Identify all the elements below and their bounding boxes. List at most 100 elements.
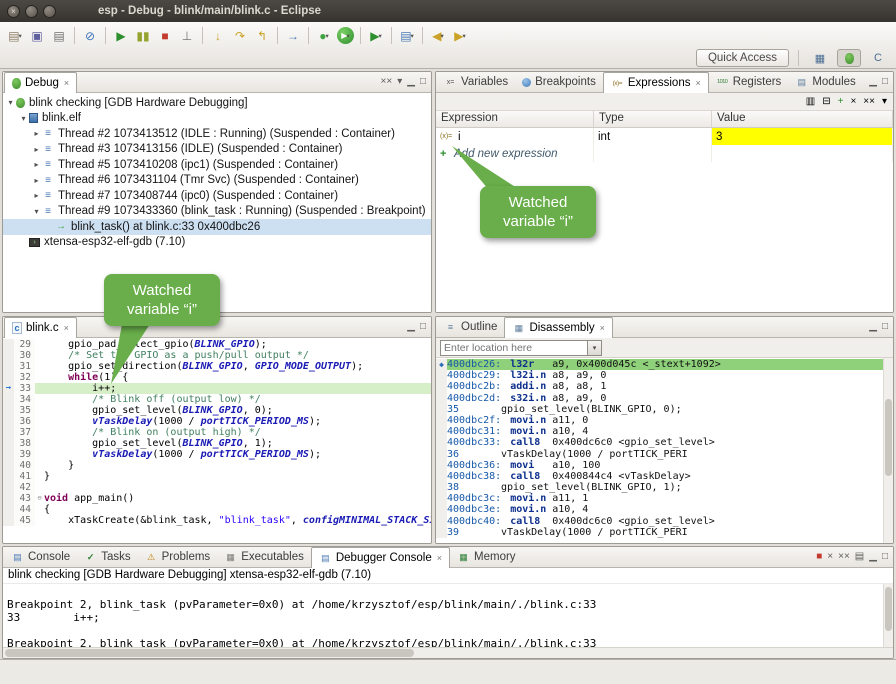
console-output[interactable]: Breakpoint 2, blink_task (pvParameter=0x… (3, 584, 883, 647)
scrollbar-thumb[interactable] (5, 649, 414, 657)
tree-expander[interactable]: ▾ (5, 98, 16, 107)
disassembly-line[interactable]: 400dbc38:call80x400844c4 <vTaskDelay> (436, 471, 883, 482)
tab-blink-c[interactable]: blink.c × (4, 317, 77, 338)
console-hscrollbar[interactable] (3, 647, 893, 658)
tab-registers[interactable]: Registers (709, 72, 789, 92)
tab-memory[interactable]: Memory (450, 547, 523, 567)
maximize-button[interactable]: □ (882, 77, 888, 87)
disassembly-scrollbar[interactable] (883, 358, 893, 543)
scrollbar-thumb[interactable] (885, 399, 892, 477)
instruction-stepping-button[interactable]: → (282, 26, 304, 46)
debug-tree-row[interactable]: xtensa-esp32-elf-gdb (7.10) (3, 235, 431, 251)
close-icon[interactable]: × (64, 323, 69, 333)
code-editor[interactable]: 29 gpio_pad_select_gpio(BLINK_GPIO);30 /… (3, 338, 431, 543)
add-expression-row[interactable]: + Add new expression (436, 145, 893, 162)
debug-tree-row[interactable]: ▸Thread #7 1073408744 (ipc0) (Suspended … (3, 188, 431, 204)
code-line[interactable]: 37 /* Blink on (output high) */ (3, 427, 432, 438)
disassembly-line[interactable]: 400dbc29:l32i.na8, a9, 0 (436, 370, 883, 381)
run-button[interactable]: ▶▾ (337, 27, 354, 44)
tab-expressions[interactable]: Expressions× (603, 72, 709, 93)
debug-tree-row[interactable]: ▸Thread #5 1073410208 (ipc1) (Suspended … (3, 157, 431, 173)
tree-expander[interactable]: ▸ (31, 191, 42, 200)
tree-expander[interactable]: ▾ (18, 114, 29, 123)
maximize-button[interactable]: □ (420, 77, 426, 87)
disassembly-line[interactable]: 400dbc33:call80x400dc6c0 <gpio_set_level… (436, 437, 883, 448)
debug-tree-row[interactable]: ▾blink checking [GDB Hardware Debugging] (3, 95, 431, 111)
disassembly-line[interactable]: 35gpio_set_level(BLINK_GPIO, 0); (436, 404, 883, 415)
console-scrollbar[interactable] (883, 584, 893, 647)
view-menu-button[interactable]: ▾ (397, 77, 402, 87)
minimize-button[interactable]: ▁ (869, 77, 877, 87)
debug-tree-row[interactable]: ▸Thread #3 1073413156 (IDLE) (Suspended … (3, 142, 431, 158)
remove-all-launches-button[interactable]: ×× (838, 552, 850, 562)
new-c-cpp-button[interactable]: ▤▾ (396, 26, 418, 46)
disconnect-button[interactable]: ⊥ (176, 26, 198, 46)
tree-expander[interactable]: ▾ (31, 207, 42, 216)
back-button[interactable]: ◀▾ (427, 26, 449, 46)
show-type-names-button[interactable]: ▥ (806, 97, 815, 107)
window-minimize-button[interactable] (25, 5, 38, 18)
disassembly-line[interactable]: 36vTaskDelay(1000 / portTICK_PERI (436, 449, 883, 460)
disassembly-line[interactable]: 39vTaskDelay(1000 / portTICK_PERI (436, 527, 883, 538)
tab-tasks[interactable]: Tasks (77, 547, 137, 567)
close-icon[interactable]: × (695, 78, 700, 88)
code-line[interactable]: 30 /* Set the GPIO as a push/pull output… (3, 350, 432, 361)
tab-outline[interactable]: Outline (437, 317, 504, 337)
remove-all-terminated-button[interactable]: ×× (381, 77, 393, 87)
close-icon[interactable]: × (437, 553, 442, 563)
code-line[interactable]: 43⊖void app_main() (3, 493, 432, 504)
disassembly-line[interactable]: 400dbc3e:movi.na10, 4 (436, 504, 883, 515)
window-maximize-button[interactable] (43, 5, 56, 18)
disassembly-line[interactable]: 400dbc2f:movi.na11, 0 (436, 415, 883, 426)
maximize-button[interactable]: □ (420, 322, 426, 332)
location-combo[interactable] (440, 340, 588, 356)
print-button[interactable]: ▤ (48, 26, 70, 46)
code-line[interactable]: 32 while(1) { (3, 372, 432, 383)
tab-executables[interactable]: Executables (217, 547, 311, 567)
external-tools-button[interactable]: ▶▾ (365, 26, 387, 46)
tab-disassembly[interactable]: Disassembly× (504, 317, 612, 338)
tab-variables[interactable]: Variables (437, 72, 515, 92)
chevron-down-icon[interactable]: ▾ (588, 340, 602, 356)
tab-breakpoints[interactable]: Breakpoints (515, 72, 603, 92)
debug-button[interactable]: ●▾ (313, 26, 335, 46)
save-button[interactable]: ▣ (26, 26, 48, 46)
step-return-button[interactable]: ↰ (251, 26, 273, 46)
maximize-button[interactable]: □ (882, 552, 888, 562)
column-type[interactable]: Type (594, 111, 712, 127)
close-icon[interactable]: × (64, 78, 69, 88)
window-close-button[interactable]: × (7, 5, 20, 18)
tab-console[interactable]: Console (4, 547, 77, 567)
close-icon[interactable]: × (600, 323, 605, 333)
view-menu-button[interactable]: ▾ (882, 97, 887, 107)
collapse-all-button[interactable]: ⊟ (822, 97, 830, 107)
remove-launch-button[interactable]: × (827, 552, 833, 562)
code-line[interactable]: →33 i++; (3, 383, 432, 394)
minimize-button[interactable]: ▁ (407, 77, 415, 87)
disassembly-line[interactable]: 400dbc36:movia10, 100 (436, 460, 883, 471)
step-over-button[interactable]: ↷ (229, 26, 251, 46)
tree-expander[interactable]: ▸ (31, 129, 42, 138)
disassembly-line[interactable]: 400dbc3c:movi.na11, 1 (436, 493, 883, 504)
tab-debug[interactable]: Debug × (4, 72, 77, 93)
code-line[interactable]: 36 vTaskDelay(1000 / portTICK_PERIOD_MS)… (3, 416, 432, 427)
open-perspective-button[interactable]: ▦ (808, 49, 832, 67)
minimize-button[interactable]: ▁ (869, 552, 877, 562)
disassembly-line[interactable]: ◆400dbc26:l32ra9, 0x400d045c <_stext+109… (436, 359, 883, 370)
disassembly-line[interactable]: 38gpio_set_level(BLINK_GPIO, 1); (436, 482, 883, 493)
forward-button[interactable]: ▶▾ (449, 26, 471, 46)
disassembly-line[interactable]: 400dbc2d:s32i.na8, a9, 0 (436, 393, 883, 404)
code-line[interactable]: 38 gpio_set_level(BLINK_GPIO, 1); (3, 438, 432, 449)
clear-console-button[interactable]: ▤ (855, 552, 864, 562)
tab-debugger-console[interactable]: Debugger Console× (311, 547, 450, 568)
c-cpp-perspective-button[interactable]: C (866, 49, 890, 67)
remove-expression-button[interactable]: × (850, 97, 856, 107)
disassembly-line[interactable]: 400dbc31:movi.na10, 4 (436, 426, 883, 437)
tree-expander[interactable]: ▸ (31, 176, 42, 185)
suspend-button[interactable]: ▮▮ (132, 26, 154, 46)
new-button[interactable]: ▤▾ (4, 26, 26, 46)
disassembly-line[interactable]: 400dbc2b:addi.na8, a8, 1 (436, 381, 883, 392)
terminate-button[interactable]: ■ (154, 26, 176, 46)
quick-access-button[interactable]: Quick Access (696, 49, 789, 67)
code-line[interactable]: 35 gpio_set_level(BLINK_GPIO, 0); (3, 405, 432, 416)
